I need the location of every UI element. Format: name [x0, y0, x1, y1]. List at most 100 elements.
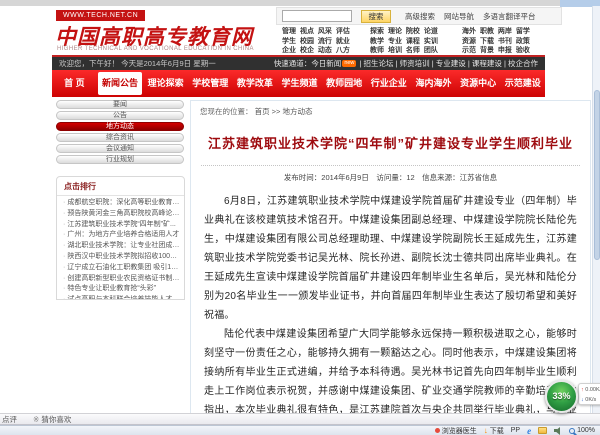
bullet-icon: · — [63, 221, 65, 228]
ranking-item[interactable]: ·辽宁成立石油化工职教集团 吸引132... — [63, 263, 180, 274]
quick-links-row[interactable]: 资源 下载 书刊 政策 — [462, 37, 530, 47]
upload-arrow-icon: ↑ — [581, 387, 584, 393]
sidebar-item-industry-plan[interactable]: 行业规划 — [56, 155, 184, 164]
ranking-item[interactable]: ·试点高职与本科联合培养技能人才... — [63, 295, 180, 300]
ranking-item[interactable]: ·特色专业让职业教育抢“头彩” — [63, 284, 180, 295]
bullet-icon: · — [63, 275, 65, 282]
nav-overseas[interactable]: 海内海外 — [411, 70, 456, 97]
quick-channel-label: 快速通道： — [274, 59, 312, 68]
site-url-badge[interactable]: WWW.TECH.NET.CN — [56, 10, 145, 21]
scrollbar-track[interactable] — [592, 6, 600, 413]
zoom-level-button[interactable]: 100% — [569, 427, 595, 434]
bullet-icon: · — [63, 242, 65, 249]
site-map-link[interactable]: 网站导航 — [444, 11, 474, 22]
click-ranking-panel: 点击排行 ·成都航空职院：深化高等职业教育改... ·预告陕黄河金三角高职院校高… — [56, 176, 185, 300]
bullet-icon: · — [63, 285, 65, 292]
download-button[interactable]: ↓ 下载 — [484, 426, 504, 435]
nav-news-active[interactable]: 新闻公告 — [98, 72, 143, 95]
nav-teaching-reform[interactable]: 教学改革 — [233, 70, 278, 97]
browser-chrome-strip — [0, 0, 600, 6]
nav-resources[interactable]: 资源中心 — [456, 70, 501, 97]
download-arrow-icon: ↓ — [581, 397, 584, 403]
sidebar-item-gonggao[interactable]: 公告 — [56, 111, 184, 120]
scrollbar-thumb[interactable] — [594, 90, 600, 260]
quick-links-row[interactable]: 学生 校园 流行 就业 — [282, 37, 350, 47]
ranking-item[interactable]: ·创建高职新型职业农民资格证书制度... — [63, 274, 180, 285]
quick-links-col2: 探索 理论 院校 论道 教学 专业 课程 实训 教师 培训 名师 团队 — [370, 27, 438, 56]
nav-industry[interactable]: 行业企业 — [366, 70, 411, 97]
ranking-item[interactable]: ·陕西汉中职业技术学院拟招收100名... — [63, 252, 180, 263]
nav-teacher-garden[interactable]: 教师园地 — [322, 70, 367, 97]
nav-theory[interactable]: 理论探索 — [143, 70, 188, 97]
sidebar-item-yaowen[interactable]: 要闻 — [56, 100, 184, 109]
click-ranking-list: ·成都航空职院：深化高等职业教育改... ·预告陕黄河金三角高职院校高峰论坛..… — [57, 196, 184, 300]
nav-student-channel[interactable]: 学生频道 — [277, 70, 322, 97]
quick-links-row[interactable]: 教学 专业 课程 实训 — [370, 37, 438, 47]
upload-speed: 0.00K/s — [585, 387, 600, 393]
quick-channel-links: 快速通道：今日新闻new | 招生论坛 | 师资培训 | 专业建设 | 课程建设… — [274, 57, 538, 70]
pp-button[interactable]: PP — [511, 427, 520, 434]
main-nav: 首 页 新闻公告 理论探索 学校管理 教学改革 学生频道 教师园地 行业企业 海… — [52, 70, 545, 97]
quick-links-row[interactable]: 海外 职教 两岸 留学 — [462, 27, 530, 37]
memory-percent-widget[interactable]: 33% — [545, 380, 578, 413]
site-logo-subtitle: HIGHER TECHNICAL AND VOCATIONAL EDUCATIO… — [57, 46, 254, 52]
folder-taskbar-button[interactable] — [538, 427, 547, 434]
breadcrumb: 您现在的位置： 首页 >> 地方动态 — [191, 101, 590, 120]
bullet-icon: · — [63, 264, 65, 271]
quick-links-col3: 海外 职教 两岸 留学 资源 下载 书刊 政策 示范 背景 申报 验收 — [462, 27, 530, 56]
greeting-text: 欢迎您，下午好！ — [59, 59, 119, 68]
ranking-item[interactable]: ·湖北职业技术学院：让专业社团成为... — [63, 241, 180, 252]
ranking-item[interactable]: ·预告陕黄河金三角高职院校高峰论坛... — [63, 209, 180, 220]
click-ranking-title: 点击排行 — [57, 177, 184, 196]
search-input[interactable] — [282, 10, 352, 22]
ranking-item[interactable]: ·广州：为地方产业培养合格适用人才 — [63, 230, 180, 241]
article-paragraph: 6月8日，江苏建筑职业技术学院中煤建设学院首届矿井建设专业（四年制）毕业典礼在该… — [204, 192, 577, 325]
article-body: 6月8日，江苏建筑职业技术学院中煤建设学院首届矿井建设专业（四年制）毕业典礼在该… — [204, 192, 577, 415]
guess-you-like-button[interactable]: 猜你喜欢 — [33, 415, 71, 424]
bullet-icon: · — [63, 231, 65, 238]
browser-plugin-bar: 点评 猜你喜欢 — [0, 413, 600, 425]
breadcrumb-path[interactable]: 首页 >> 地方动态 — [255, 107, 313, 116]
welcome-text: 欢迎您，下午好！ 今天是2014年6月9日 星期一 — [59, 57, 216, 70]
review-button[interactable]: 点评 — [2, 415, 17, 424]
search-band: 搜索 高级搜索 网站导航 多语言翻译平台 — [276, 7, 562, 25]
magnifier-icon — [569, 428, 575, 434]
nav-demonstration[interactable]: 示范建设 — [500, 70, 545, 97]
article-meta: 发布时间：2014年6月9日 访问量：12 信息来源：江苏省信息 — [191, 172, 590, 183]
folder-icon — [538, 427, 547, 434]
translate-link[interactable]: 多语言翻译平台 — [483, 11, 536, 22]
date-text: 今天是2014年6月9日 星期一 — [121, 59, 216, 68]
ie-taskbar-button[interactable]: e — [527, 426, 531, 435]
today-news-link[interactable]: 今日新闻 — [311, 59, 341, 68]
bullet-icon: · — [63, 199, 65, 206]
speaker-icon — [554, 427, 562, 435]
search-links: 高级搜索 网站导航 多语言翻译平台 — [405, 11, 536, 22]
sidebar-item-zonghe[interactable]: 综合资讯 — [56, 133, 184, 142]
browser-doctor-button[interactable]: 浏览器医生 — [435, 426, 477, 435]
breadcrumb-label: 您现在的位置： — [200, 107, 253, 116]
article-title: 江苏建筑职业技术学院“四年制”矿井建设专业学生顺利毕业 — [191, 133, 590, 152]
nav-home[interactable]: 首 页 — [52, 70, 97, 97]
volume-button[interactable] — [554, 427, 562, 435]
taskbar: 浏览器医生 ↓ 下载 PP e 100% — [0, 425, 600, 435]
quick-links-row[interactable]: 探索 理论 院校 论道 — [370, 27, 438, 37]
article-paragraph: 陆伦代表中煤建设集团希望广大同学能够永远保持一颗积极进取之心，能够时刻坚守一份责… — [204, 325, 577, 415]
nav-school-management[interactable]: 学校管理 — [188, 70, 233, 97]
quick-links-col1: 管理 视点 风采 评估 学生 校园 流行 就业 企业 校企 动态 八方 — [282, 27, 350, 56]
ranking-item[interactable]: ·江苏建筑职业技术学院“四年制”矿... — [63, 220, 180, 231]
internet-explorer-icon: e — [527, 426, 531, 435]
network-speed-tooltip: ↑ 0.00K/s ↓ 0K/s — [578, 383, 600, 405]
ranking-item[interactable]: ·成都航空职院：深化高等职业教育改... — [63, 198, 180, 209]
search-button[interactable]: 搜索 — [361, 10, 391, 23]
title-divider — [201, 165, 580, 166]
download-arrow-icon: ↓ — [484, 426, 488, 435]
welcome-bar: 欢迎您，下午好！ 今天是2014年6月9日 星期一 快速通道：今日新闻new |… — [52, 57, 545, 70]
article-panel: 您现在的位置： 首页 >> 地方动态 江苏建筑职业技术学院“四年制”矿井建设专业… — [190, 100, 591, 415]
advanced-search-link[interactable]: 高级搜索 — [405, 11, 435, 22]
red-dot-icon — [435, 428, 440, 433]
quick-channel-other-links[interactable]: | 招生论坛 | 师资培训 | 专业建设 | 课程建设 | 校企合作 — [360, 59, 539, 68]
bullet-icon: · — [63, 210, 65, 217]
quick-links-row[interactable]: 管理 视点 风采 评估 — [282, 27, 350, 37]
sidebar-item-local-news-active[interactable]: 地方动态 — [56, 122, 184, 131]
sidebar-item-meeting[interactable]: 会议通知 — [56, 144, 184, 153]
